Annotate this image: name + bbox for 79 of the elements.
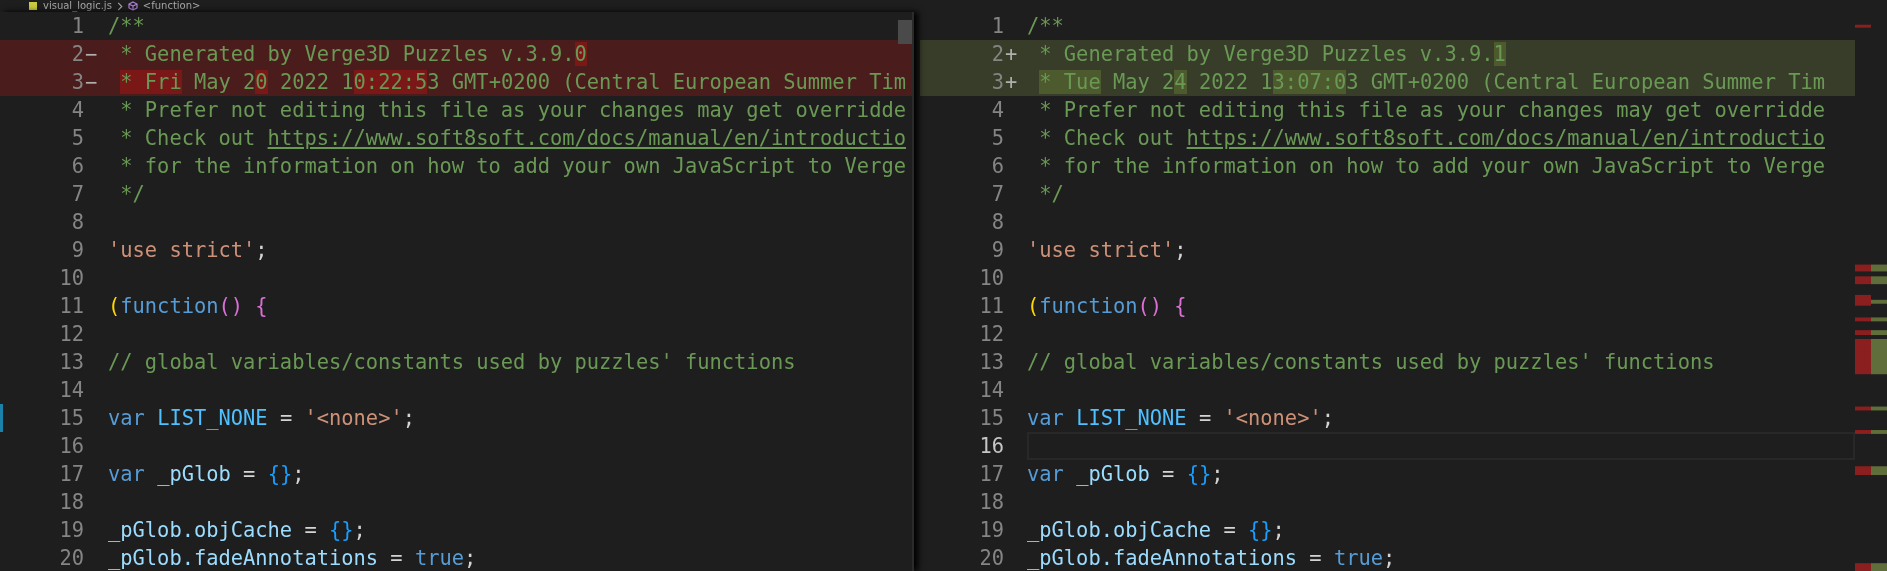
line-number: 15 — [58, 406, 84, 430]
line-number: 17 — [978, 462, 1004, 486]
diff-marker: + — [1005, 70, 1018, 94]
line-number: 2 — [990, 42, 1004, 66]
line-number: 14 — [978, 378, 1004, 402]
code-line: /** — [1027, 13, 1064, 39]
code-line: * Generated by Verge3D Puzzles v.3.9.1 — [1038, 41, 1506, 67]
line-number: 12 — [978, 322, 1004, 346]
code-line: _pGlob.fadeAnnotations = true; — [108, 545, 477, 571]
code-line: */ — [119, 181, 145, 207]
code-line: /** — [108, 13, 145, 39]
line-number: 9 — [70, 238, 84, 262]
line-number: 4 — [70, 98, 84, 122]
line-number: 7 — [990, 182, 1004, 206]
code-line: var LIST_NONE = '<none>'; — [108, 405, 415, 431]
code-line: 'use strict'; — [1027, 237, 1187, 263]
code-line: (function() { — [108, 293, 268, 319]
line-number: 14 — [58, 378, 84, 402]
code-line: // global variables/constants used by puzzles' functions — [1027, 349, 1715, 375]
line-number: 15 — [978, 406, 1004, 430]
cube-icon — [127, 1, 138, 11]
line-number: 18 — [58, 490, 84, 514]
line-number: 6 — [990, 154, 1004, 178]
code-line: * Tue May 24 2022 13:07:03 GMT+0200 (Central European Summer Tim — [1038, 69, 1826, 95]
line-number: 3 — [70, 70, 84, 94]
line-number: 9 — [990, 238, 1004, 262]
line-number: 4 — [990, 98, 1004, 122]
breadcrumb-item[interactable]: visual_logic.js — [43, 0, 112, 12]
code-line: var _pGlob = {}; — [108, 461, 305, 487]
code-line: */ — [1038, 181, 1064, 207]
line-number: 8 — [70, 210, 84, 234]
code-line: * for the information on how to add your own JavaScript to Verge — [119, 153, 906, 179]
code-line: (function() { — [1027, 293, 1187, 319]
line-number: 11 — [978, 294, 1004, 318]
line-number: 3 — [990, 70, 1004, 94]
code-line: * Fri May 20 2022 10:22:53 GMT+0200 (Central European Summer Tim — [119, 69, 907, 95]
line-number: 5 — [990, 126, 1004, 150]
line-number: 16 — [978, 434, 1004, 458]
line-number: 10 — [978, 266, 1004, 290]
scrollbar-thumb[interactable] — [898, 20, 912, 44]
line-number: 18 — [978, 490, 1004, 514]
line-number: 10 — [58, 266, 84, 290]
line-number: 8 — [990, 210, 1004, 234]
diff-marker: − — [85, 70, 98, 94]
line-number: 12 — [58, 322, 84, 346]
line-number: 1 — [70, 14, 84, 38]
line-number: 1 — [990, 14, 1004, 38]
line-number: 19 — [58, 518, 84, 542]
line-number: 19 — [978, 518, 1004, 542]
code-line: * Check out https://www.soft8soft.com/docs/manual/en/introductio — [119, 125, 906, 151]
line-number: 7 — [70, 182, 84, 206]
code-line: * Prefer not editing this file as your changes may get overridde — [1038, 97, 1825, 123]
code-line: _pGlob.objCache = {}; — [1027, 517, 1285, 543]
diff-marker: − — [85, 42, 98, 66]
code-line: * Prefer not editing this file as your changes may get overridde — [119, 97, 906, 123]
line-number: 16 — [58, 434, 84, 458]
code-line: var _pGlob = {}; — [1027, 461, 1224, 487]
code-line: * for the information on how to add your own JavaScript to Verge — [1038, 153, 1825, 179]
line-number: 11 — [58, 294, 84, 318]
code-line: _pGlob.fadeAnnotations = true; — [1027, 545, 1396, 571]
line-number: 20 — [58, 546, 84, 570]
code-line: 'use strict'; — [108, 237, 268, 263]
code-line: * Check out https://www.soft8soft.com/docs/manual/en/introductio — [1038, 125, 1825, 151]
line-number: 2 — [70, 42, 84, 66]
line-number: 13 — [978, 350, 1004, 374]
line-number: 20 — [978, 546, 1004, 570]
code-line: * Generated by Verge3D Puzzles v.3.9.0 — [119, 41, 587, 67]
breadcrumb-item[interactable]: <function> — [142, 0, 201, 12]
code-line: var LIST_NONE = '<none>'; — [1027, 405, 1334, 431]
code-line: // global variables/constants used by puzzles' functions — [108, 349, 796, 375]
line-number: 5 — [70, 126, 84, 150]
chevron-icon — [116, 1, 123, 11]
line-number: 17 — [58, 462, 84, 486]
line-number: 13 — [58, 350, 84, 374]
code-line: _pGlob.objCache = {}; — [108, 517, 366, 543]
file-icon — [28, 1, 38, 11]
change-marker — [0, 404, 3, 432]
line-number: 6 — [70, 154, 84, 178]
diff-marker: + — [1005, 42, 1018, 66]
